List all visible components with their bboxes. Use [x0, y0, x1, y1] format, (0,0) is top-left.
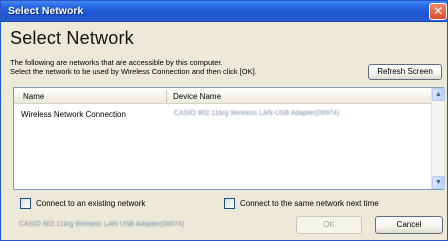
adapter-status-text: CASIO 802.11b/g Wireless LAN USB Adapter…: [19, 221, 185, 228]
title-bar[interactable]: Select Network ✕: [1, 1, 447, 22]
scroll-down-button[interactable]: ▼: [432, 176, 445, 189]
window-title: Select Network: [8, 5, 84, 17]
instructions-line-2: Select the network to be used by Wireles…: [10, 66, 257, 76]
cancel-button[interactable]: Cancel: [375, 216, 443, 234]
select-network-dialog: Select Network ✕ Select Network The foll…: [0, 0, 448, 241]
close-button[interactable]: ✕: [429, 3, 447, 20]
connect-existing-label[interactable]: Connect to an existing network: [36, 199, 145, 208]
connect-same-next-checkbox[interactable]: [224, 198, 235, 209]
refresh-screen-button[interactable]: Refresh Screen: [368, 64, 442, 80]
connect-same-next-label[interactable]: Connect to the same network next time: [240, 199, 379, 208]
column-header-device-name[interactable]: Device Name: [173, 92, 221, 101]
connect-existing-option[interactable]: Connect to an existing network: [20, 198, 180, 210]
scroll-up-button[interactable]: ▲: [432, 88, 445, 101]
up-arrow-icon: ▲: [435, 91, 442, 98]
instructions-text: The following are networks that are acce…: [10, 58, 362, 76]
network-name: Wireless Network Connection: [21, 110, 126, 119]
page-title: Select Network: [10, 28, 134, 48]
down-arrow-icon: ▼: [435, 179, 442, 186]
device-name: CASIO 802.11b/g Wireless LAN USB Adapter…: [174, 110, 340, 117]
connect-existing-checkbox[interactable]: [20, 198, 31, 209]
column-header-name[interactable]: Name: [23, 92, 44, 101]
network-list[interactable]: Name Device Name Wireless Network Connec…: [13, 87, 445, 190]
vertical-scrollbar[interactable]: ▲ ▼: [431, 88, 445, 189]
list-item[interactable]: Wireless Network Connection CASIO 802.11…: [14, 110, 431, 121]
connect-same-next-option[interactable]: Connect to the same network next time: [224, 198, 424, 210]
list-header: Name Device Name: [14, 88, 431, 104]
ok-button[interactable]: OK: [296, 216, 362, 234]
column-divider[interactable]: [166, 90, 167, 102]
close-icon: ✕: [432, 4, 444, 18]
